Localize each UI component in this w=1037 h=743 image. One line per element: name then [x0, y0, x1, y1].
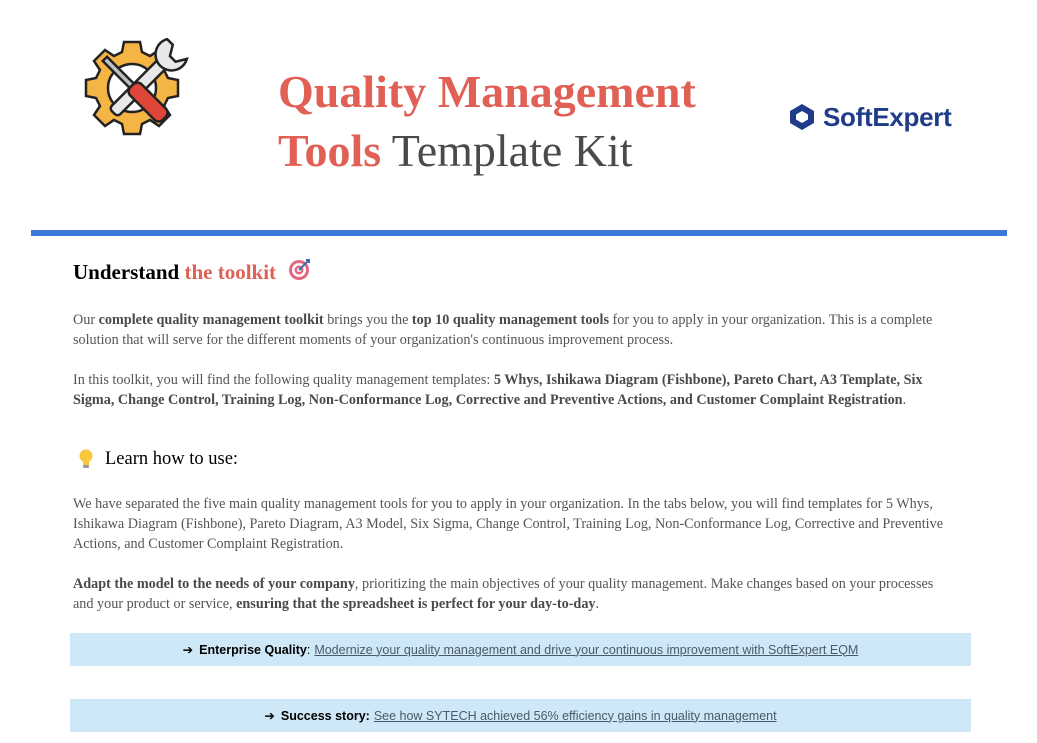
intro-paragraph: Our complete quality management toolkit …	[73, 310, 953, 350]
p1-text-2: brings you the	[323, 312, 412, 328]
p4-bold-2: ensuring that the spreadsheet is perfect…	[236, 596, 596, 612]
enterprise-quality-banner: ➔ Enterprise Quality: Modernize your quali…	[70, 633, 971, 666]
title-line1: Quality Management	[278, 66, 696, 117]
gear-wrench-screwdriver-icon	[84, 38, 189, 136]
section-heading-black: Understand	[73, 260, 185, 284]
p1-bold-1: complete quality management toolkit	[98, 312, 324, 328]
arrow-icon: ➔	[182, 643, 194, 657]
p4-bold-1: Adapt the model to the needs of your com…	[73, 576, 355, 592]
cta1-label: Enterprise Quality	[199, 642, 307, 657]
section-heading-red: the toolkit	[184, 260, 277, 284]
header: Quality Management Tools Template Kit So…	[0, 0, 1037, 230]
header-divider	[31, 230, 1007, 236]
success-story-banner: ➔ Success story: See how SYTECH achieved 5…	[70, 699, 971, 732]
enterprise-quality-link[interactable]: Modernize your quality management and dr…	[314, 643, 858, 657]
brand-name: SoftExpert	[823, 101, 952, 132]
p2-text-2: .	[902, 392, 907, 408]
main-content: Understand the toolkit Our complete qual…	[73, 256, 953, 612]
adapt-paragraph: Adapt the model to the needs of your com…	[73, 574, 953, 614]
title-line2-red: Tools	[278, 125, 382, 176]
how-to-heading: Learn how to use:	[77, 448, 238, 470]
usage-paragraph: We have separated the five main quality …	[73, 496, 944, 552]
success-story-link[interactable]: See how SYTECH achieved 56% efficiency g…	[374, 709, 777, 723]
p1-bold-2: top 10 quality management tools	[411, 312, 609, 328]
templates-paragraph: In this toolkit, you will find the follo…	[73, 370, 953, 410]
section-heading: Understand the toolkit	[73, 256, 953, 288]
title-line2-gray: Template Kit	[381, 125, 633, 176]
softexpert-hexagon-icon	[790, 104, 814, 130]
p1-text-1: Our	[73, 312, 99, 328]
how-to-label: Learn how to use:	[105, 448, 239, 469]
p2-text-1: In this toolkit, you will find the follo…	[73, 372, 494, 388]
page-title: Quality Management Tools Template Kit	[278, 62, 696, 180]
lightbulb-icon	[79, 449, 93, 468]
arrow-icon: ➔	[264, 709, 275, 723]
brand-logo: SoftExpert	[787, 100, 952, 134]
cta2-label: Success story:	[280, 708, 370, 723]
p4-text-2: .	[595, 596, 600, 612]
cta1-separator: :	[306, 642, 311, 657]
target-icon	[289, 259, 311, 280]
